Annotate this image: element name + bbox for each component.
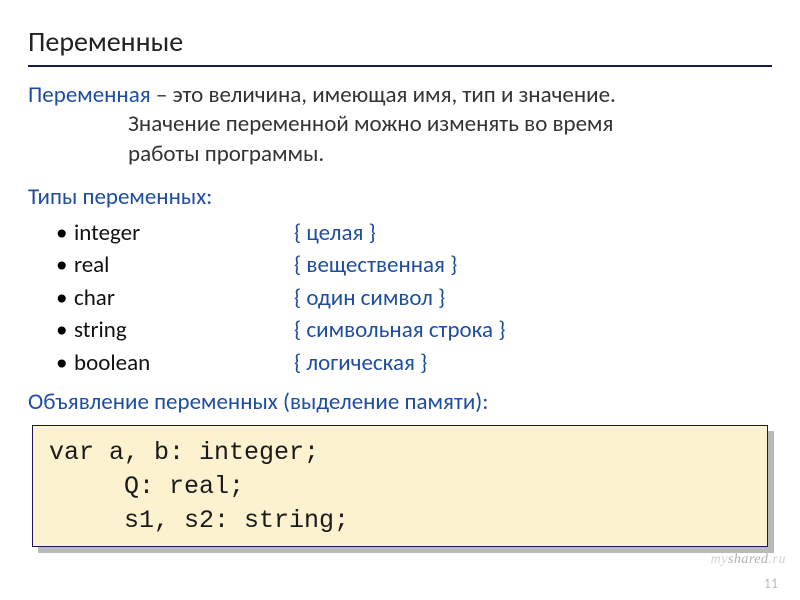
type-name: char: [74, 284, 294, 313]
slide-title: Переменные: [28, 24, 772, 59]
type-name: boolean: [74, 349, 294, 378]
type-name: real: [74, 251, 294, 280]
watermark: myshared.ru: [711, 552, 786, 568]
type-desc: { целая }: [294, 219, 376, 248]
definition-text-3: работы программы.: [128, 140, 772, 169]
watermark-part: shared: [728, 552, 769, 567]
code-box: var a, b: integer; Q: real; s1, s2: stri…: [32, 425, 768, 546]
watermark-part: .ru: [769, 552, 786, 567]
code-block: var a, b: integer; Q: real; s1, s2: stri…: [32, 425, 768, 546]
definition-text-2: Значение переменной можно изменять во вр…: [128, 110, 772, 139]
types-heading: Типы переменных:: [28, 183, 772, 212]
page-number: 11: [764, 575, 778, 592]
type-desc: { логическая }: [294, 349, 427, 378]
type-name: string: [74, 316, 294, 345]
type-desc: { один символ }: [294, 284, 445, 313]
type-desc: { символьная строка }: [294, 316, 505, 345]
definition-block: Переменная – это величина, имеющая имя, …: [28, 81, 772, 169]
type-row: char { один символ }: [56, 284, 772, 313]
declaration-heading: Объявление переменных (выделение памяти)…: [28, 388, 772, 417]
type-desc: { вещественная }: [294, 251, 457, 280]
type-row: real { вещественная }: [56, 251, 772, 280]
definition-line-1: Переменная – это величина, имеющая имя, …: [28, 81, 772, 110]
type-row: boolean { логическая }: [56, 349, 772, 378]
title-rule: [28, 65, 772, 67]
slide-body: Переменная – это величина, имеющая имя, …: [28, 81, 772, 547]
type-row: string { символьная строка }: [56, 316, 772, 345]
definition-text-1: это величина, имеющая имя, тип и значени…: [173, 81, 616, 109]
watermark-part: my: [711, 552, 728, 567]
type-name: integer: [74, 219, 294, 248]
code-line: var a, b: integer;: [49, 436, 751, 470]
slide: Переменные Переменная – это величина, им…: [0, 0, 800, 600]
code-line: s1, s2: string;: [49, 504, 751, 538]
type-row: integer { целая }: [56, 219, 772, 248]
definition-sep: –: [151, 81, 173, 109]
types-list: integer { целая } real { вещественная } …: [56, 219, 772, 378]
definition-term: Переменная: [28, 81, 151, 109]
code-line: Q: real;: [49, 470, 751, 504]
